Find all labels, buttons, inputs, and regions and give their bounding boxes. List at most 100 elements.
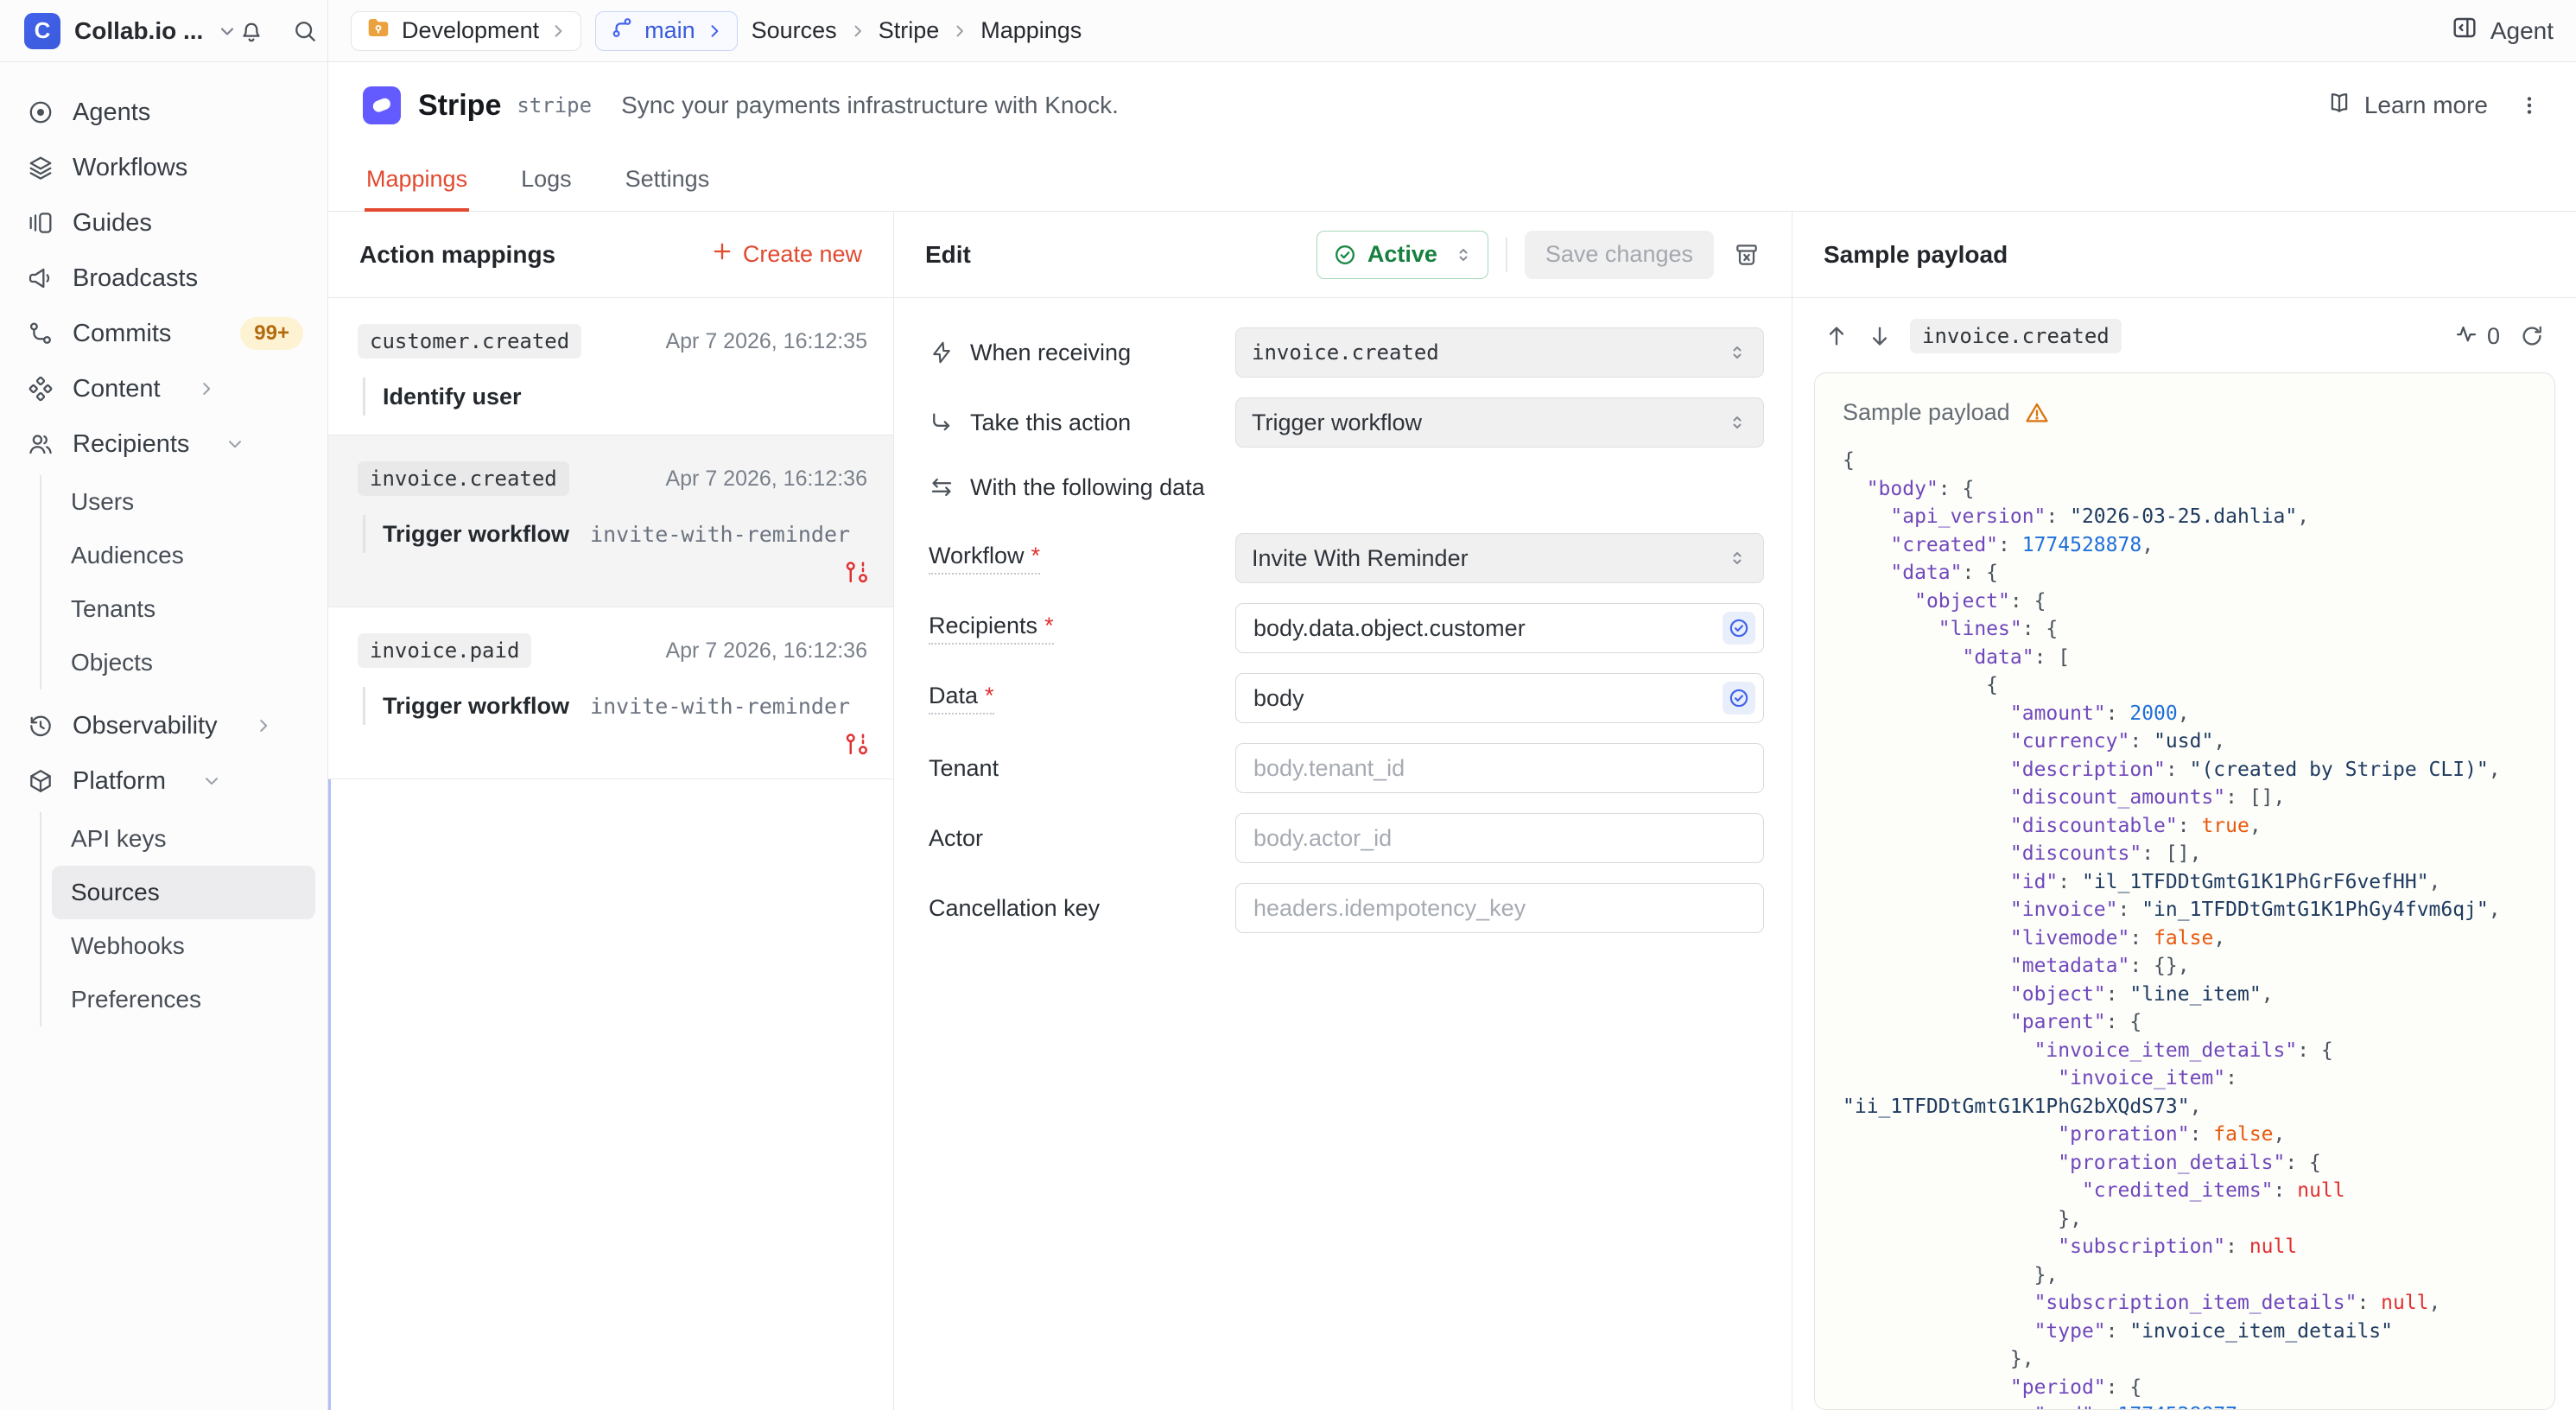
chevron-right-icon <box>549 22 567 40</box>
mapping-item-invoice.paid[interactable]: invoice.paidApr 7 2026, 16:12:36Trigger … <box>328 607 893 779</box>
payload-line: "invoice_item": <box>1843 1064 2546 1093</box>
chevron-down-icon <box>202 772 221 791</box>
sidebar-item-label: Workflows <box>73 154 187 182</box>
edit-title: Edit <box>925 241 971 269</box>
mapping-status-row <box>358 558 867 588</box>
payload-line: "subscription": null <box>1843 1233 2546 1261</box>
take-action-select[interactable]: Trigger workflow <box>1235 397 1764 448</box>
sidebar-item-sources[interactable]: Sources <box>52 866 315 919</box>
body: Agents Workflows Guides Broadcasts Commits99… <box>0 62 2576 1410</box>
branch-label: main <box>644 17 695 44</box>
action-mappings-column: Action mappings Create new customer.crea… <box>328 212 894 1410</box>
sidebar-item-platform[interactable]: Platform <box>0 753 327 809</box>
when-receiving-select[interactable]: invoice.created <box>1235 327 1764 378</box>
tenant-input[interactable] <box>1235 743 1764 793</box>
app-window: C Collab.io ... Development <box>0 0 2576 1410</box>
payload-line: "created": 1774528878, <box>1843 531 2546 560</box>
source-title-row: Stripe stripe Sync your payments infrast… <box>328 62 2576 124</box>
mapping-action-row: Trigger workflowinvite-with-reminder <box>363 515 867 553</box>
breadcrumb-branch[interactable]: main <box>595 11 738 51</box>
mapping-item-invoice.created[interactable]: invoice.createdApr 7 2026, 16:12:36Trigg… <box>328 435 893 607</box>
uncommitted-changes-icon <box>841 558 867 588</box>
observability-icon <box>26 711 55 740</box>
sidebar-item-commits[interactable]: Commits99+ <box>0 306 327 361</box>
search-icon[interactable] <box>291 17 319 45</box>
sidebar-item-webhooks[interactable]: Webhooks <box>52 919 315 973</box>
arrow-up-icon[interactable] <box>1824 323 1850 349</box>
content-columns: Action mappings Create new customer.crea… <box>328 212 2576 1410</box>
sidebar-item-preferences[interactable]: Preferences <box>52 973 315 1026</box>
kebab-menu-icon[interactable] <box>2517 93 2541 118</box>
select-chevrons-icon <box>1727 412 1748 433</box>
cancellation-key-input[interactable] <box>1235 883 1764 933</box>
event-count: 0 <box>2454 321 2500 352</box>
sidebar-item-content[interactable]: Content <box>0 361 327 416</box>
when-receiving-control: invoice.created <box>1235 327 1764 378</box>
payload-line: "period": { <box>1843 1374 2546 1402</box>
recipients-input[interactable] <box>1235 603 1764 653</box>
workspace-logo: C <box>24 13 60 49</box>
arrow-down-icon[interactable] <box>1867 323 1893 349</box>
breadcrumb-environment[interactable]: Development <box>351 11 581 51</box>
payload-line: "amount": 2000, <box>1843 700 2546 728</box>
sidebar-item-api-keys[interactable]: API keys <box>52 812 315 866</box>
sidebar-item-users[interactable]: Users <box>52 475 315 529</box>
breadcrumb-item-mappings[interactable]: Mappings <box>980 17 1082 44</box>
workflow-select[interactable]: Invite With Reminder <box>1235 533 1764 583</box>
sidebar-item-agents[interactable]: Agents <box>0 85 327 140</box>
breadcrumb-item-stripe[interactable]: Stripe <box>879 17 940 44</box>
data-control <box>1235 673 1764 723</box>
sidebar-item-audiences[interactable]: Audiences <box>52 529 315 582</box>
sidebar-item-label: Platform <box>73 767 166 796</box>
payload-json[interactable]: { "body": { "api_version": "2026-03-25.d… <box>1843 447 2546 1410</box>
when-receiving-label: When receiving <box>929 340 1235 366</box>
payload-line: "currency": "usd", <box>1843 727 2546 756</box>
sidebar-item-broadcasts[interactable]: Broadcasts <box>0 251 327 306</box>
sidebar-item-objects[interactable]: Objects <box>52 636 315 689</box>
create-new-button[interactable]: Create new <box>710 239 862 270</box>
refresh-icon[interactable] <box>2519 323 2545 349</box>
mapping-action: Trigger workflow <box>383 521 569 548</box>
mapping-status-row <box>358 730 867 759</box>
tab-logs[interactable]: Logs <box>519 152 574 212</box>
sidebar-item-recipients[interactable]: Recipients <box>0 416 327 472</box>
mapping-action-row: Trigger workflowinvite-with-reminder <box>363 687 867 725</box>
sidebar-item-label: Broadcasts <box>73 264 198 293</box>
save-changes-button[interactable]: Save changes <box>1525 231 1714 279</box>
sidebar-item-guides[interactable]: Guides <box>0 195 327 251</box>
sample-payload-column: Sample payload invoice.created <box>1792 212 2576 1410</box>
status-select[interactable]: Active <box>1317 231 1488 279</box>
mapping-item-customer.created[interactable]: customer.createdApr 7 2026, 16:12:35Iden… <box>328 298 893 435</box>
payload-line: "parent": { <box>1843 1008 2546 1037</box>
event-chip: customer.created <box>358 324 581 359</box>
sidebar-item-tenants[interactable]: Tenants <box>52 582 315 636</box>
tab-mappings[interactable]: Mappings <box>365 152 469 212</box>
agent-panel-button[interactable]: Agent <box>2451 14 2554 48</box>
payload-line: "end": 1774528877, <box>1843 1401 2546 1410</box>
learn-more-button[interactable]: Learn more <box>2326 90 2488 122</box>
breadcrumb-item-sources[interactable]: Sources <box>752 17 837 44</box>
payload-line: "livemode": false, <box>1843 924 2546 953</box>
data-input[interactable] <box>1235 673 1764 723</box>
workspace-switcher[interactable]: C Collab.io ... <box>24 13 238 49</box>
corner-down-right-icon <box>929 410 955 435</box>
broadcasts-icon <box>26 264 55 293</box>
main-area: Stripe stripe Sync your payments infrast… <box>328 62 2576 1410</box>
actor-input[interactable] <box>1235 813 1764 863</box>
edit-header: Edit Active <box>894 212 1792 298</box>
sidebar-item-label: Recipients <box>73 430 189 459</box>
divider <box>1506 238 1507 272</box>
sidebar-item-observability[interactable]: Observability <box>0 698 327 753</box>
action-mappings-title: Action mappings <box>359 241 555 269</box>
payload-line: "description": "(created by Stripe CLI)"… <box>1843 756 2546 784</box>
notifications-bell-icon[interactable] <box>238 17 265 45</box>
tab-settings[interactable]: Settings <box>624 152 712 212</box>
page-title: Stripe <box>418 89 501 123</box>
delete-mapping-icon[interactable] <box>1733 241 1761 269</box>
payload-line: "discountable": true, <box>1843 812 2546 841</box>
select-chevrons-icon <box>1453 245 1474 265</box>
chevron-right-icon <box>849 22 866 40</box>
sidebar-item-workflows[interactable]: Workflows <box>0 140 327 195</box>
payload-line: "api_version": "2026-03-25.dahlia", <box>1843 503 2546 531</box>
mapping-timestamp: Apr 7 2026, 16:12:36 <box>665 638 867 664</box>
